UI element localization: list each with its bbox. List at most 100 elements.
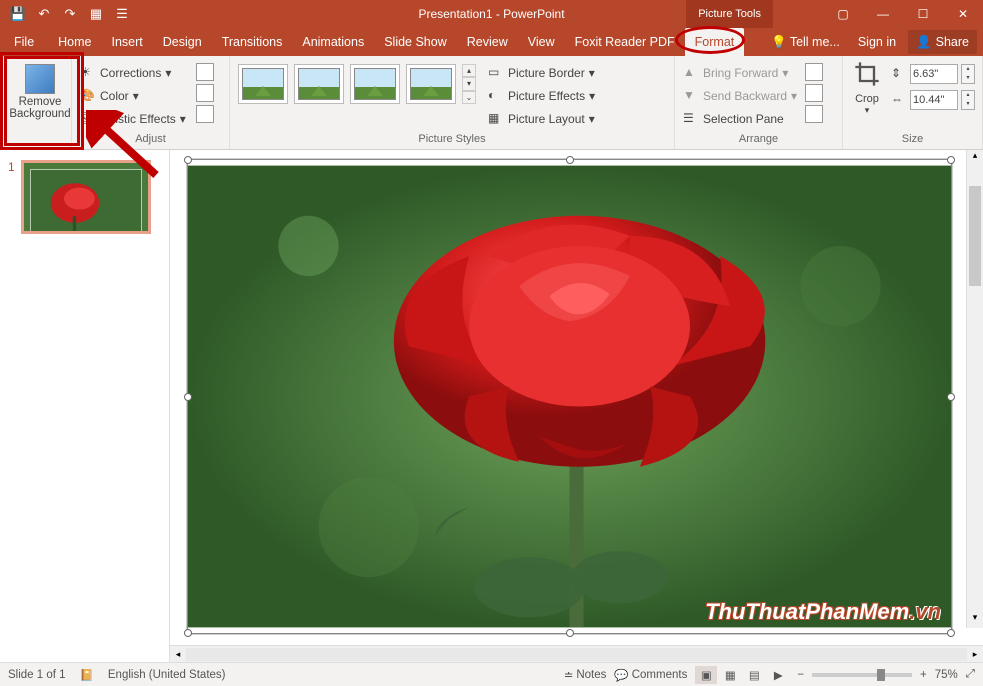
- slide-canvas[interactable]: ThuThuatPhanMem.vn: [186, 158, 953, 635]
- fit-to-window-icon[interactable]: ⤢: [966, 668, 975, 681]
- resize-handle-ne[interactable]: [947, 156, 955, 164]
- share-button[interactable]: 👤 Share: [908, 30, 977, 54]
- crop-button[interactable]: Crop ▾: [847, 60, 887, 116]
- compress-pictures-icon[interactable]: [196, 63, 214, 81]
- zoom-out-icon[interactable]: −: [797, 669, 804, 681]
- tab-animations[interactable]: Animations: [292, 28, 374, 56]
- style-preset-1[interactable]: [238, 64, 288, 104]
- selection-pane-icon: ☰: [683, 111, 699, 127]
- slide-thumbnail-1[interactable]: 1: [8, 160, 161, 234]
- tab-file[interactable]: File: [0, 28, 48, 56]
- picture-effects-dropdown[interactable]: ◐Picture Effects▾: [484, 85, 599, 107]
- change-picture-icon[interactable]: [196, 84, 214, 102]
- resize-handle-sw[interactable]: [184, 629, 192, 637]
- color-label: Color: [100, 89, 129, 103]
- tab-slide-show[interactable]: Slide Show: [374, 28, 457, 56]
- close-icon[interactable]: ✕: [943, 0, 983, 28]
- zoom-level[interactable]: 75%: [935, 669, 958, 681]
- resize-handle-w[interactable]: [184, 393, 192, 401]
- tab-foxit-pdf[interactable]: Foxit Reader PDF: [565, 28, 685, 56]
- corrections-dropdown[interactable]: ☀Corrections▾: [76, 62, 190, 84]
- normal-view-icon[interactable]: ▣: [695, 666, 717, 684]
- start-from-beginning-icon[interactable]: ▦: [84, 2, 108, 26]
- tab-design[interactable]: Design: [153, 28, 212, 56]
- send-backward-icon: ▼: [683, 88, 699, 104]
- artistic-effects-dropdown[interactable]: 🖼Artistic Effects▾: [76, 108, 190, 130]
- artistic-label: Artistic Effects: [100, 112, 176, 126]
- align-icon[interactable]: [805, 63, 823, 81]
- ribbon-display-options-icon[interactable]: ▢: [823, 0, 863, 28]
- tab-view[interactable]: View: [518, 28, 565, 56]
- slideshow-view-icon[interactable]: ▶: [767, 666, 789, 684]
- workspace: 1 ▴ ▾: [0, 150, 983, 662]
- crop-icon: [853, 60, 881, 88]
- gallery-more-button[interactable]: ▴▾⌄: [462, 64, 476, 104]
- corrections-label: Corrections: [100, 66, 161, 80]
- zoom-in-icon[interactable]: +: [920, 669, 927, 681]
- height-spinner[interactable]: ▴▾: [961, 64, 975, 84]
- height-input[interactable]: 6.63": [910, 64, 958, 84]
- watermark-a: ThuThuatPhanMem: [705, 599, 909, 624]
- bring-forward-button[interactable]: ▲Bring Forward▾: [679, 62, 801, 84]
- remove-background-icon: [25, 64, 55, 94]
- undo-icon[interactable]: ↶: [32, 2, 56, 26]
- touch-mode-icon[interactable]: ☰: [110, 2, 134, 26]
- resize-handle-s[interactable]: [566, 629, 574, 637]
- color-icon: 🎨: [80, 88, 96, 104]
- style-preset-4[interactable]: [406, 64, 456, 104]
- language-indicator[interactable]: English (United States): [108, 669, 226, 681]
- comments-button[interactable]: 💬Comments: [614, 668, 687, 682]
- resize-handle-n[interactable]: [566, 156, 574, 164]
- picture-layout-icon: ▦: [488, 111, 504, 127]
- tab-transitions[interactable]: Transitions: [212, 28, 293, 56]
- slide-canvas-area: ▴ ▾: [170, 150, 983, 662]
- color-dropdown[interactable]: 🎨Color▾: [76, 85, 190, 107]
- tab-format[interactable]: Format: [685, 28, 745, 56]
- picture-border-label: Picture Border: [508, 66, 585, 80]
- resize-handle-e[interactable]: [947, 393, 955, 401]
- horizontal-scrollbar[interactable]: ◂ ▸: [170, 645, 983, 662]
- tab-review[interactable]: Review: [457, 28, 518, 56]
- style-preset-3[interactable]: [350, 64, 400, 104]
- minimize-icon[interactable]: —: [863, 0, 903, 28]
- resize-handle-se[interactable]: [947, 629, 955, 637]
- window-title: Presentation1 - PowerPoint: [418, 7, 564, 21]
- share-label: Share: [936, 35, 969, 49]
- picture-layout-dropdown[interactable]: ▦Picture Layout▾: [484, 108, 599, 130]
- save-icon[interactable]: 💾: [6, 2, 30, 26]
- width-spinner[interactable]: ▴▾: [961, 90, 975, 110]
- slide-sorter-view-icon[interactable]: ▦: [719, 666, 741, 684]
- spell-check-icon[interactable]: 📔: [80, 668, 94, 682]
- maximize-icon[interactable]: ☐: [903, 0, 943, 28]
- selected-picture[interactable]: ThuThuatPhanMem.vn: [187, 159, 952, 634]
- rotate-icon[interactable]: [805, 105, 823, 123]
- width-input[interactable]: 10.44": [910, 90, 958, 110]
- resize-handle-nw[interactable]: [184, 156, 192, 164]
- remove-bg-line1: Remove: [19, 96, 62, 108]
- slide-thumb-image: [21, 160, 151, 234]
- notes-button[interactable]: ≐Notes: [564, 668, 607, 682]
- lightbulb-icon: 💡: [771, 35, 787, 50]
- tell-me-search[interactable]: 💡 Tell me...: [765, 35, 846, 50]
- reading-view-icon[interactable]: ▤: [743, 666, 765, 684]
- vertical-scrollbar[interactable]: ▴ ▾: [966, 150, 983, 628]
- slide-thumbnails-panel[interactable]: 1: [0, 150, 170, 662]
- reset-picture-icon[interactable]: [196, 105, 214, 123]
- selection-pane-button[interactable]: ☰Selection Pane: [679, 108, 801, 130]
- style-preset-2[interactable]: [294, 64, 344, 104]
- bring-forward-icon: ▲: [683, 65, 699, 81]
- slide-counter[interactable]: Slide 1 of 1: [8, 669, 66, 681]
- tab-insert[interactable]: Insert: [102, 28, 153, 56]
- zoom-slider[interactable]: [812, 673, 912, 677]
- tab-home[interactable]: Home: [48, 28, 101, 56]
- quick-access-toolbar: 💾 ↶ ↷ ▦ ☰: [0, 2, 134, 26]
- notes-label: Notes: [576, 669, 606, 681]
- picture-styles-gallery[interactable]: ▴▾⌄: [234, 58, 480, 110]
- picture-border-dropdown[interactable]: ▭Picture Border▾: [484, 62, 599, 84]
- picture-styles-group-label: Picture Styles: [234, 133, 670, 147]
- sign-in-link[interactable]: Sign in: [852, 35, 902, 49]
- remove-background-button[interactable]: Remove Background: [4, 58, 76, 120]
- redo-icon[interactable]: ↷: [58, 2, 82, 26]
- send-backward-button[interactable]: ▼Send Backward▾: [679, 85, 801, 107]
- group-icon[interactable]: [805, 84, 823, 102]
